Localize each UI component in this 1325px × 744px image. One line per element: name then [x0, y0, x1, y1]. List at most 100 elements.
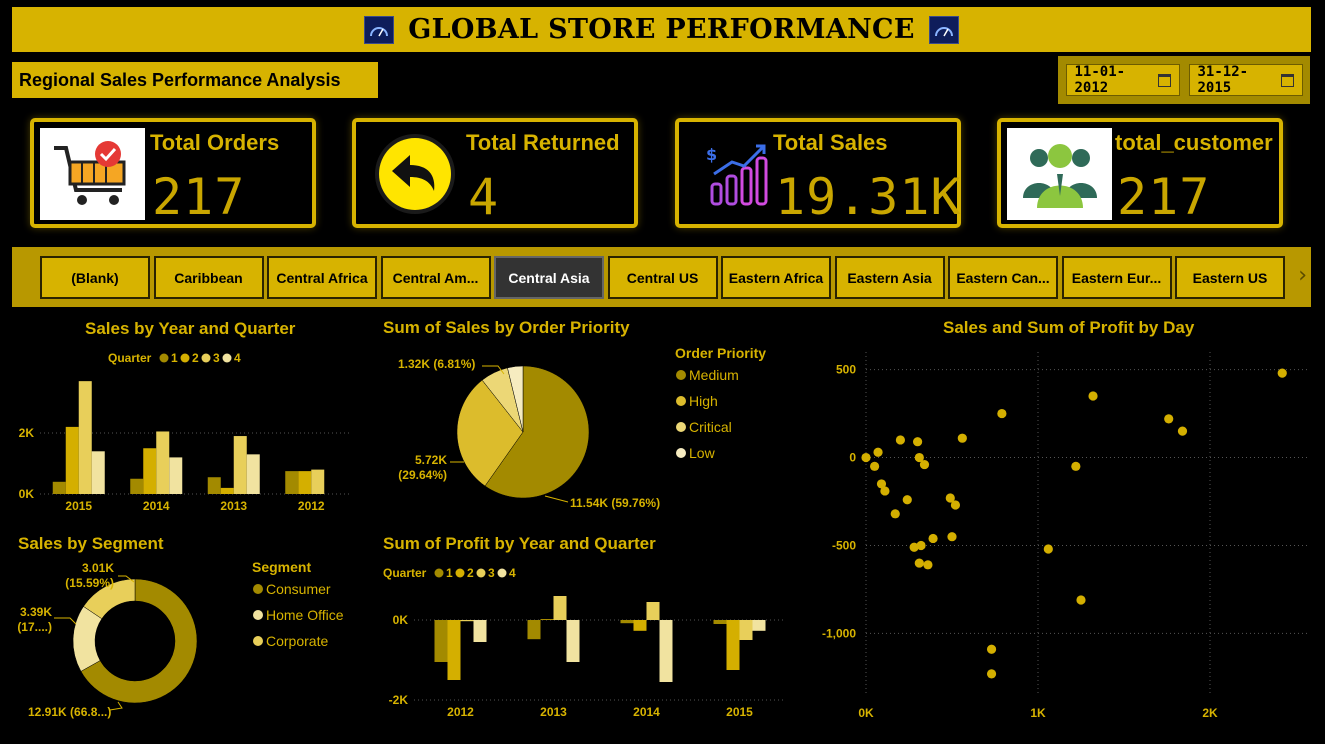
bar[interactable] — [207, 477, 221, 494]
scatter-point[interactable] — [1277, 368, 1287, 378]
data-label: (17....) — [17, 620, 52, 634]
scatter-point[interactable] — [1076, 595, 1086, 605]
legend-marker — [455, 568, 465, 578]
bar[interactable] — [620, 620, 634, 624]
leader-line — [54, 617, 77, 625]
scatter-point[interactable] — [919, 459, 930, 470]
bar[interactable] — [553, 596, 567, 620]
bar[interactable] — [527, 620, 541, 640]
sales-profit-scatter-chart[interactable]: 500 0 -500 -1,000 0K 1K 2K — [810, 340, 1320, 730]
scatter-point[interactable] — [880, 486, 890, 496]
scatter-point[interactable] — [913, 437, 923, 447]
region-button[interactable]: Eastern Can... — [948, 256, 1058, 299]
chart-title: Sum of Sales by Order Priority — [383, 318, 630, 337]
start-date-input[interactable]: 11-01-2012 — [1065, 64, 1180, 96]
region-button[interactable]: Eastern US — [1175, 256, 1285, 299]
region-button[interactable]: Central US — [607, 256, 718, 299]
legend-title: Quarter — [383, 566, 427, 580]
bar[interactable] — [434, 620, 448, 662]
legend-marker — [676, 396, 686, 406]
kpi-value: 217 — [152, 168, 246, 226]
bar[interactable] — [473, 620, 487, 642]
order-priority-pie-chart[interactable]: 11.54K (59.76%) 5.72K(29.64%) 1.32K (6.81%… — [380, 340, 800, 520]
bar[interactable] — [752, 620, 766, 631]
bar[interactable] — [130, 478, 144, 494]
segment-donut-chart[interactable]: 12.91K (66.8...) 3.39K(17....) 3.01K(15.59… — [10, 556, 370, 726]
bar[interactable] — [298, 471, 312, 494]
calendar-icon[interactable] — [1157, 73, 1171, 87]
bar[interactable] — [633, 620, 647, 631]
bar[interactable] — [460, 620, 474, 622]
region-button[interactable]: Central Am... — [380, 256, 491, 299]
bar[interactable] — [739, 620, 753, 640]
scatter-point[interactable] — [997, 408, 1007, 419]
scatter-point[interactable] — [902, 495, 912, 505]
legend-marker — [253, 610, 263, 620]
end-date-value: 31-12-2015 — [1197, 64, 1249, 96]
bar[interactable] — [285, 471, 299, 494]
bar[interactable] — [233, 436, 247, 494]
legend-title: Segment — [252, 559, 311, 575]
scatter-point[interactable] — [1177, 426, 1188, 436]
region-button[interactable]: Eastern Africa — [721, 256, 831, 299]
bar[interactable] — [169, 457, 183, 494]
scatter-point[interactable] — [986, 644, 997, 654]
region-button[interactable]: Eastern Eur... — [1061, 256, 1172, 299]
bar[interactable] — [447, 620, 461, 680]
scatter-point[interactable] — [923, 560, 933, 570]
legend-title: Order Priority — [675, 345, 766, 361]
bar[interactable] — [713, 620, 727, 624]
bar[interactable] — [566, 620, 580, 662]
data-label: 5.72K — [415, 453, 447, 467]
profit-year-quarter-chart[interactable]: 0K -2K 2012 2013 2014 2015 Quarter 1 2 3 4 — [380, 556, 800, 726]
legend-label: 4 — [509, 566, 516, 580]
bar[interactable] — [220, 487, 234, 494]
bar[interactable] — [65, 426, 79, 494]
region-button[interactable]: Central Asia — [494, 256, 604, 299]
chart-title: Sum of Profit by Year and Quarter — [383, 534, 656, 553]
bar[interactable] — [311, 469, 325, 494]
bar[interactable] — [143, 448, 157, 494]
bar[interactable] — [659, 620, 673, 682]
legend-marker — [253, 584, 263, 594]
bar[interactable] — [726, 620, 740, 670]
scatter-point[interactable] — [861, 452, 871, 463]
return-arrow-icon — [362, 128, 467, 220]
scatter-point[interactable] — [914, 558, 924, 568]
scatter-point[interactable] — [986, 669, 997, 679]
legend-marker — [434, 568, 444, 578]
scatter-point[interactable] — [947, 532, 957, 542]
chevron-right-icon[interactable]: › — [1298, 263, 1307, 288]
scatter-point[interactable] — [916, 540, 926, 551]
region-button[interactable]: (Blank) — [40, 256, 150, 299]
scatter-point[interactable] — [950, 500, 961, 510]
x-tick-label: 2015 — [65, 499, 92, 513]
chart-title: Sales and Sum of Profit by Day — [943, 318, 1195, 337]
scatter-point[interactable] — [870, 461, 880, 471]
scatter-point[interactable] — [1088, 391, 1098, 401]
scatter-point[interactable] — [873, 447, 883, 457]
bar[interactable] — [91, 451, 105, 494]
scatter-point[interactable] — [890, 509, 900, 519]
sales-year-quarter-chart[interactable]: 0K 2K 2015 2014 2013 2012 Quarter 1 2 3 4 — [12, 342, 362, 517]
scatter-point[interactable] — [928, 533, 938, 544]
bar[interactable] — [156, 431, 170, 494]
scatter-point[interactable] — [895, 435, 905, 445]
region-button[interactable]: Central Africa — [267, 256, 377, 299]
data-label: 1.32K (6.81%) — [398, 357, 475, 371]
region-button[interactable]: Eastern Asia — [834, 256, 945, 299]
bar[interactable] — [78, 381, 92, 494]
pie-slice[interactable] — [72, 606, 103, 672]
bar[interactable] — [52, 481, 66, 494]
legend-label: Consumer — [266, 581, 331, 597]
bar[interactable] — [540, 619, 554, 620]
scatter-point[interactable] — [957, 433, 967, 443]
scatter-point[interactable] — [1164, 414, 1174, 424]
scatter-point[interactable] — [1043, 544, 1053, 554]
bar[interactable] — [246, 454, 260, 494]
region-button[interactable]: Caribbean — [153, 256, 264, 299]
scatter-point[interactable] — [1071, 461, 1081, 471]
calendar-icon[interactable] — [1280, 73, 1294, 87]
bar[interactable] — [646, 602, 660, 620]
end-date-input[interactable]: 31-12-2015 — [1188, 64, 1303, 96]
